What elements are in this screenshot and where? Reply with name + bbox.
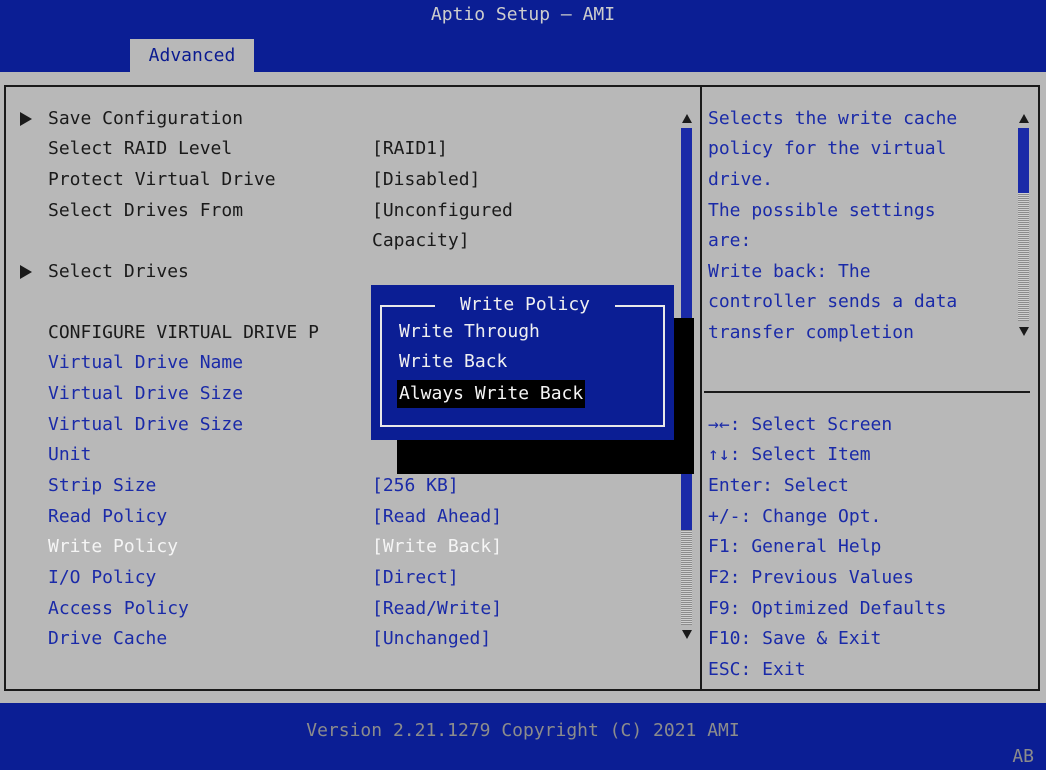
help-scroll-down-icon[interactable] — [1017, 325, 1031, 337]
submenu-arrow-icon — [20, 104, 34, 134]
scroll-up-icon[interactable] — [680, 112, 694, 124]
corner-code: AB — [1012, 746, 1034, 767]
help-text-line: controller sends a data — [708, 291, 958, 312]
key-legend-save-exit: F10: Save & Exit — [708, 628, 882, 649]
setting-label-strip-size[interactable]: Strip Size — [48, 471, 156, 501]
setting-value-strip-size[interactable]: [256 KB] — [372, 471, 459, 501]
setting-value-write-policy[interactable]: [Write Back] — [372, 532, 502, 562]
app-title: Aptio Setup – AMI — [430, 4, 616, 25]
help-scrollbar-track[interactable] — [1018, 193, 1029, 321]
key-legend-optimized-defaults: F9: Optimized Defaults — [708, 598, 947, 619]
setting-value-drive-cache[interactable]: [Unchanged] — [372, 624, 491, 654]
setting-label-io-policy[interactable]: I/O Policy — [48, 563, 156, 593]
panel-divider — [700, 85, 702, 691]
popup-frame-top-right — [615, 305, 665, 307]
help-scrollbar-thumb[interactable] — [1018, 128, 1029, 193]
popup-title: Write Policy — [459, 294, 591, 315]
key-legend-enter: Enter: Select — [708, 475, 849, 496]
write-policy-popup: Write Policy Write Through Write Back Al… — [371, 285, 674, 440]
setting-label-read-policy[interactable]: Read Policy — [48, 502, 167, 532]
key-legend-change-opt: +/-: Change Opt. — [708, 506, 882, 527]
menu-item-select-drives[interactable]: Select Drives — [48, 257, 189, 287]
key-legend-general-help: F1: General Help — [708, 536, 882, 557]
key-legend-select-screen: →←: Select Screen — [708, 414, 893, 435]
submenu-arrow-icon — [20, 257, 34, 287]
help-text-line: drive. — [708, 169, 774, 190]
setting-label-access-policy[interactable]: Access Policy — [48, 594, 189, 624]
key-legend-previous-values: F2: Previous Values — [708, 567, 914, 588]
popup-option-write-through[interactable]: Write Through — [397, 318, 542, 346]
key-legend-select-item: ↑↓: Select Item — [708, 444, 871, 465]
popup-frame-top-left — [380, 305, 435, 307]
menu-item-save-configuration[interactable]: Save Configuration — [48, 104, 243, 134]
setting-value-access-policy[interactable]: [Read/Write] — [372, 594, 502, 624]
setting-value-raid-level[interactable]: [RAID1] — [372, 134, 448, 164]
help-text-line: Write back: The — [708, 261, 871, 282]
setting-label-protect-virtual-drive[interactable]: Protect Virtual Drive — [48, 165, 276, 195]
popup-option-always-write-back[interactable]: Always Write Back — [397, 380, 586, 408]
setting-label-select-drives-from[interactable]: Select Drives From — [48, 196, 243, 226]
scroll-down-icon[interactable] — [680, 628, 694, 640]
setting-label-virtual-drive-size[interactable]: Virtual Drive Size — [48, 379, 243, 409]
key-legend-esc-exit: ESC: Exit — [708, 659, 806, 680]
popup-option-write-back[interactable]: Write Back — [397, 348, 509, 376]
setting-label-virtual-drive-size-2[interactable]: Virtual Drive Size — [48, 410, 243, 440]
help-text-line: are: — [708, 230, 752, 251]
setting-label-write-policy[interactable]: Write Policy — [48, 532, 178, 562]
setting-label-drive-cache[interactable]: Drive Cache — [48, 624, 167, 654]
setting-label-unit[interactable]: Unit — [48, 440, 91, 470]
version-text: Version 2.21.1279 Copyright (C) 2021 AMI — [306, 720, 740, 741]
tab-advanced[interactable]: Advanced — [130, 39, 254, 72]
setting-value-protect-virtual-drive[interactable]: [Disabled] — [372, 165, 480, 195]
help-text-line: Selects the write cache — [708, 108, 958, 129]
setting-value-read-policy[interactable]: [Read Ahead] — [372, 502, 502, 532]
setting-value-select-drives-from-line2: Capacity] — [372, 230, 470, 251]
main-scrollbar-track[interactable] — [681, 530, 692, 625]
help-text-line: transfer completion — [708, 322, 914, 343]
help-scroll-up-icon[interactable] — [1017, 112, 1031, 124]
help-text-line: The possible settings — [708, 200, 936, 221]
help-divider — [704, 391, 1030, 393]
setting-value-select-drives-from[interactable]: [Unconfigured — [372, 196, 513, 226]
help-text-line: policy for the virtual — [708, 138, 947, 159]
setting-label-raid-level[interactable]: Select RAID Level — [48, 134, 232, 164]
section-heading-configure-virtual-drive: CONFIGURE VIRTUAL DRIVE P — [48, 322, 319, 343]
setting-label-virtual-drive-name[interactable]: Virtual Drive Name — [48, 348, 243, 378]
setting-value-io-policy[interactable]: [Direct] — [372, 563, 459, 593]
